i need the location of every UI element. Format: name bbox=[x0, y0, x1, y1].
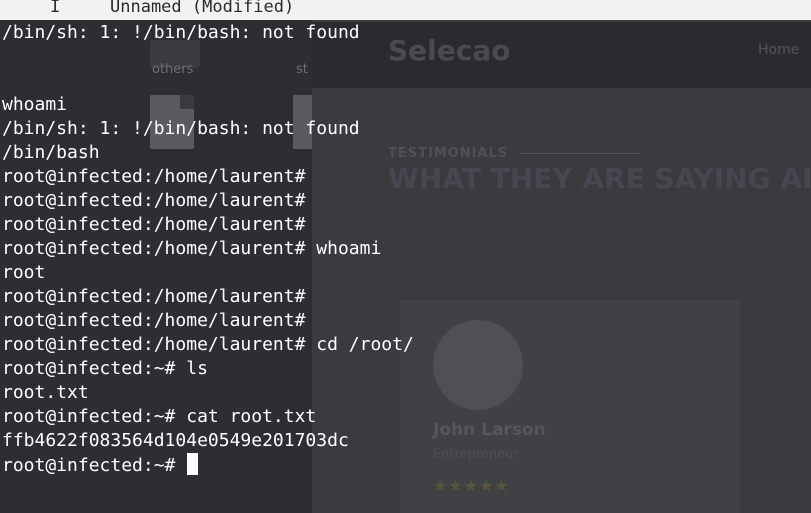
terminal-prompt-line[interactable]: root@infected:~# bbox=[2, 453, 807, 477]
terminal-line: root@infected:/home/laurent# cd /root/ bbox=[2, 334, 414, 355]
terminal-line: root bbox=[2, 262, 46, 283]
terminal-line: /bin/sh: 1: !/bin/bash: not found bbox=[2, 22, 360, 43]
terminal-tab-bar[interactable]: I Unnamed (Modified) bbox=[0, 0, 811, 20]
terminal-line: root@infected:/home/laurent# bbox=[2, 190, 306, 211]
terminal-prompt: root@infected:~# bbox=[2, 455, 187, 476]
terminal-output[interactable]: /bin/sh: 1: !/bin/bash: not found whoami /… bbox=[2, 21, 807, 513]
terminal-line: /bin/sh: 1: !/bin/bash: not found bbox=[2, 118, 360, 139]
terminal-line: ffb4622f083564d104e0549e201703dc bbox=[2, 430, 349, 451]
terminal-line: root.txt bbox=[2, 382, 89, 403]
terminal-line: root@infected:/home/laurent# whoami bbox=[2, 238, 382, 259]
terminal-line: root@infected:/home/laurent# bbox=[2, 214, 306, 235]
terminal-line: root@infected:/home/laurent# bbox=[2, 286, 306, 307]
terminal-line: /bin/bash bbox=[2, 142, 100, 163]
cursor-icon bbox=[187, 453, 199, 475]
terminal-line: root@infected:/home/laurent# bbox=[2, 310, 306, 331]
terminal-line: root@infected:~# ls bbox=[2, 358, 208, 379]
terminal-line: whoami bbox=[2, 94, 68, 115]
input-mode-indicator: I bbox=[50, 0, 61, 17]
terminal-line: root@infected:~# cat root.txt bbox=[2, 406, 317, 427]
terminal-line: root@infected:/home/laurent# bbox=[2, 166, 306, 187]
tab-title[interactable]: Unnamed (Modified) bbox=[110, 0, 294, 17]
